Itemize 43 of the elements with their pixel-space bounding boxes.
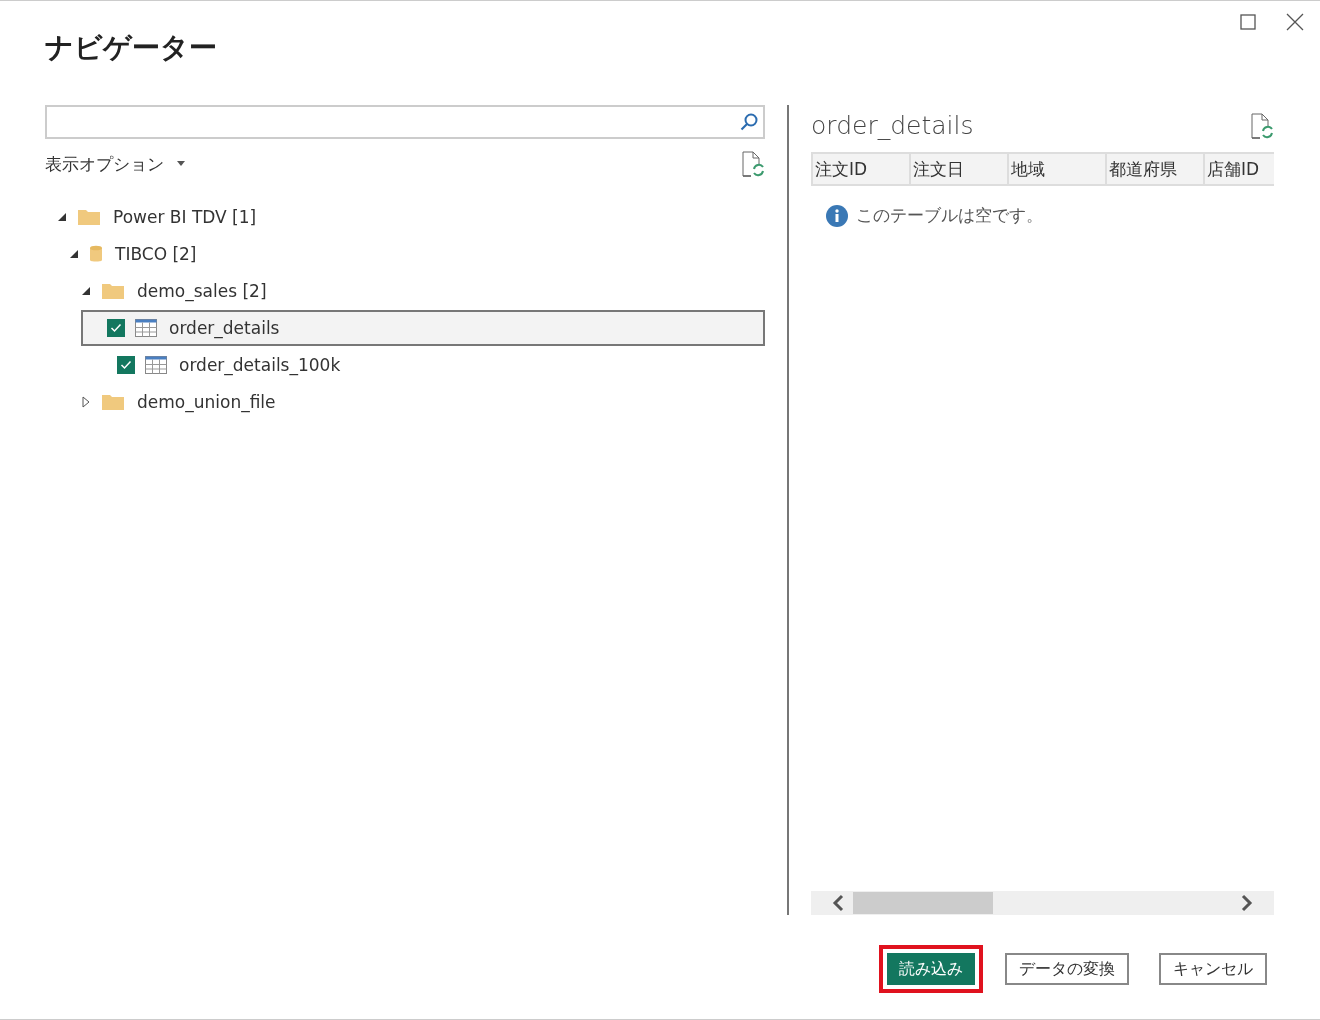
expanded-arrow-icon[interactable] bbox=[57, 212, 67, 222]
refresh-document-icon[interactable] bbox=[1250, 112, 1274, 139]
folder-icon bbox=[101, 393, 125, 411]
close-icon[interactable] bbox=[1286, 13, 1304, 31]
table-icon bbox=[145, 356, 167, 374]
tree-item[interactable]: demo_union_file bbox=[45, 384, 765, 420]
column-header: 都道府県 bbox=[1105, 154, 1203, 184]
tree-item[interactable]: Power BI TDV [1] bbox=[45, 199, 765, 235]
column-header: 注文ID bbox=[811, 154, 909, 184]
empty-table-message: このテーブルは空です。 bbox=[856, 204, 1043, 227]
table-icon bbox=[135, 319, 157, 337]
search-field[interactable] bbox=[45, 105, 765, 139]
tree-item[interactable]: TIBCO [2] bbox=[45, 236, 765, 272]
search-icon bbox=[739, 112, 759, 132]
scroll-left-icon[interactable] bbox=[831, 894, 845, 912]
collapsed-arrow-icon[interactable] bbox=[81, 396, 91, 408]
preview-title: order_details bbox=[811, 111, 974, 140]
dialog-button[interactable]: キャンセル bbox=[1159, 953, 1267, 985]
load-button[interactable]: 読み込み bbox=[887, 953, 975, 985]
folder-icon bbox=[77, 208, 101, 226]
display-options-dropdown[interactable]: 表示オプション bbox=[45, 152, 186, 176]
column-header: 地域 bbox=[1007, 154, 1105, 184]
maximize-icon[interactable] bbox=[1240, 14, 1256, 30]
expanded-arrow-icon[interactable] bbox=[69, 249, 79, 259]
scroll-right-icon[interactable] bbox=[1240, 894, 1254, 912]
checkmark-icon bbox=[120, 360, 132, 370]
checkbox[interactable] bbox=[117, 356, 135, 374]
database-icon bbox=[89, 245, 103, 263]
column-header: 店舗ID bbox=[1203, 154, 1274, 184]
tree-item[interactable]: demo_sales [2] bbox=[45, 273, 765, 309]
tree-item[interactable]: order_details bbox=[81, 310, 765, 346]
column-header: 注文日 bbox=[909, 154, 1007, 184]
tree-item[interactable]: order_details_100k bbox=[45, 347, 765, 383]
folder-icon bbox=[101, 282, 125, 300]
caret-icon bbox=[176, 161, 186, 167]
checkmark-icon bbox=[110, 323, 122, 333]
dialog-button[interactable]: データの変換 bbox=[1005, 953, 1129, 985]
refresh-document-icon[interactable] bbox=[741, 151, 765, 177]
info-icon bbox=[826, 204, 848, 227]
checkbox[interactable] bbox=[107, 319, 125, 337]
horizontal-scrollbar[interactable] bbox=[811, 891, 1274, 915]
window-title: ナビゲーター bbox=[45, 30, 218, 66]
expanded-arrow-icon[interactable] bbox=[81, 286, 91, 296]
